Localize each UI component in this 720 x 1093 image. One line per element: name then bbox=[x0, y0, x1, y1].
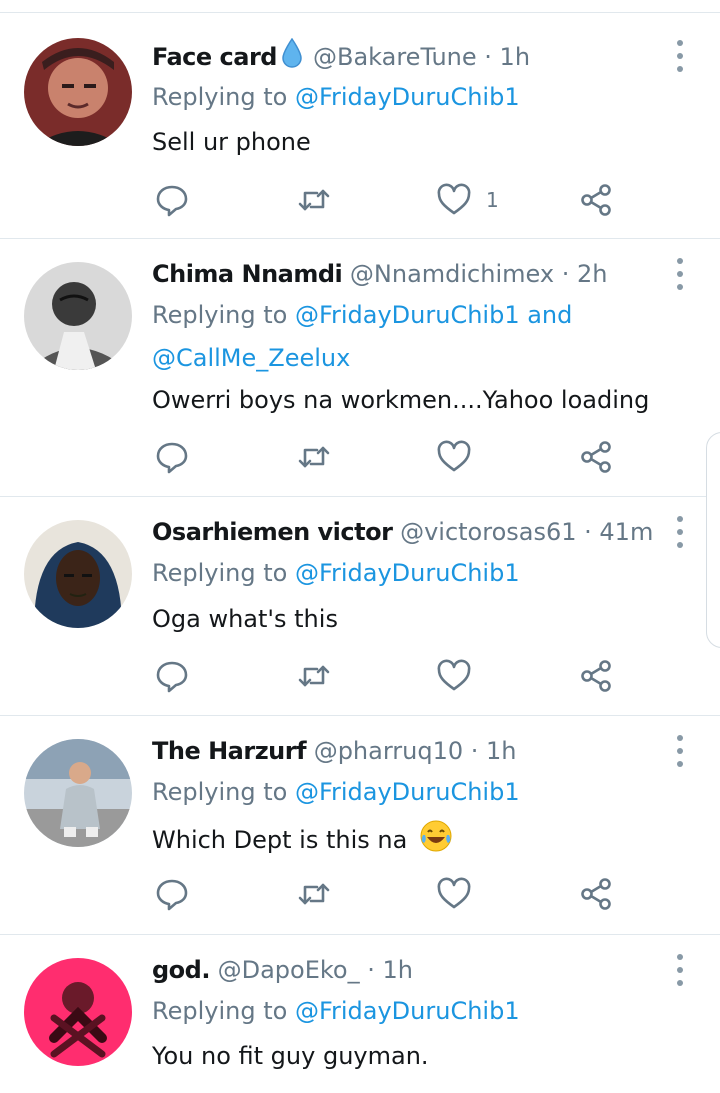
tweet-text: You no fit guy guyman. bbox=[152, 1042, 429, 1070]
user-handle[interactable]: @Nnamdichimex bbox=[350, 260, 554, 288]
avatar[interactable] bbox=[24, 262, 132, 370]
more-options-icon[interactable] bbox=[668, 40, 692, 72]
like-icon[interactable] bbox=[434, 656, 474, 696]
display-name[interactable]: Face card bbox=[152, 43, 277, 71]
avatar[interactable] bbox=[24, 520, 132, 628]
user-handle[interactable]: @BakareTune bbox=[313, 43, 477, 71]
timestamp: · 41m bbox=[584, 518, 654, 546]
more-options-icon[interactable] bbox=[668, 735, 692, 767]
like-icon[interactable] bbox=[434, 874, 474, 914]
user-handle[interactable]: @victorosas61 bbox=[400, 518, 576, 546]
reply-icon[interactable] bbox=[152, 437, 192, 477]
share-icon[interactable] bbox=[576, 874, 616, 914]
replying-prefix: Replying to bbox=[152, 778, 295, 806]
divider bbox=[0, 934, 720, 935]
user-handle[interactable]: @pharruq10 bbox=[314, 737, 463, 765]
more-options-icon[interactable] bbox=[668, 258, 692, 290]
replying-prefix: Replying to bbox=[152, 559, 295, 587]
mention-link[interactable]: @FridayDuruChib1 bbox=[295, 83, 520, 111]
retweet-icon[interactable] bbox=[294, 874, 334, 914]
like-count: 1 bbox=[486, 188, 499, 212]
retweet-icon[interactable] bbox=[294, 437, 334, 477]
side-panel-edge bbox=[706, 432, 720, 648]
like-icon[interactable] bbox=[434, 180, 474, 220]
avatar[interactable] bbox=[24, 739, 132, 847]
share-icon[interactable] bbox=[576, 656, 616, 696]
tweet-header: Chima Nnamdi @Nnamdichimex · 2h bbox=[152, 256, 607, 292]
user-handle[interactable]: @DapoEko_ bbox=[218, 956, 360, 984]
divider bbox=[0, 496, 720, 497]
divider bbox=[0, 715, 720, 716]
replying-prefix: Replying to bbox=[152, 301, 295, 329]
reply-icon[interactable] bbox=[152, 656, 192, 696]
more-options-icon[interactable] bbox=[668, 516, 692, 548]
display-name[interactable]: The Harzurf bbox=[152, 737, 307, 765]
share-icon[interactable] bbox=[576, 437, 616, 477]
tweet-header: Osarhiemen victor @victorosas61 · 41m bbox=[152, 514, 653, 550]
like-icon[interactable] bbox=[434, 437, 474, 477]
avatar[interactable] bbox=[24, 958, 132, 1066]
laughing-tears-emoji bbox=[419, 819, 453, 863]
tweet-text: Owerri boys na workmen....Yahoo loading bbox=[152, 386, 650, 414]
top-divider bbox=[0, 12, 720, 13]
tweet-header: Face card @BakareTune · 1h bbox=[152, 37, 531, 74]
display-name[interactable]: Chima Nnamdi bbox=[152, 260, 343, 288]
replying-to: Replying to @FridayDuruChib1 and @CallMe_… bbox=[152, 294, 632, 380]
tweet-text: Which Dept is this na bbox=[152, 826, 408, 854]
tweet-header: god. @DapoEko_ · 1h bbox=[152, 952, 413, 988]
replying-to: Replying to @FridayDuruChib1 bbox=[152, 76, 632, 119]
replying-to: Replying to @FridayDuruChib1 bbox=[152, 771, 632, 814]
tweet-text: Sell ur phone bbox=[152, 128, 311, 156]
replying-prefix: Replying to bbox=[152, 997, 295, 1025]
timestamp: · 1h bbox=[470, 737, 517, 765]
display-name[interactable]: Osarhiemen victor bbox=[152, 518, 393, 546]
mention-link[interactable]: @FridayDuruChib1 bbox=[295, 559, 520, 587]
timestamp: · 2h bbox=[561, 260, 608, 288]
reply-icon[interactable] bbox=[152, 874, 192, 914]
mention-link[interactable]: @CallMe_Zeelux bbox=[152, 344, 350, 372]
timestamp: · 1h bbox=[484, 43, 531, 71]
tweet-text-row: Which Dept is this na bbox=[152, 819, 453, 863]
water-drop-emoji bbox=[281, 37, 303, 78]
display-name[interactable]: god. bbox=[152, 956, 210, 984]
divider bbox=[0, 238, 720, 239]
reply-icon[interactable] bbox=[152, 180, 192, 220]
mention-link[interactable]: @FridayDuruChib1 bbox=[295, 997, 520, 1025]
tweet-text: Oga what's this bbox=[152, 605, 338, 633]
avatar[interactable] bbox=[24, 38, 132, 146]
retweet-icon[interactable] bbox=[294, 180, 334, 220]
replying-to: Replying to @FridayDuruChib1 bbox=[152, 990, 632, 1033]
timestamp: · 1h bbox=[367, 956, 413, 984]
retweet-icon[interactable] bbox=[294, 656, 334, 696]
mention-and: and bbox=[519, 301, 573, 329]
tweet-header: The Harzurf @pharruq10 · 1h bbox=[152, 733, 517, 769]
replying-to: Replying to @FridayDuruChib1 bbox=[152, 552, 632, 595]
mention-link[interactable]: @FridayDuruChib1 bbox=[295, 778, 520, 806]
more-options-icon[interactable] bbox=[668, 954, 692, 986]
mention-link[interactable]: @FridayDuruChib1 bbox=[295, 301, 520, 329]
replying-prefix: Replying to bbox=[152, 83, 295, 111]
share-icon[interactable] bbox=[576, 180, 616, 220]
